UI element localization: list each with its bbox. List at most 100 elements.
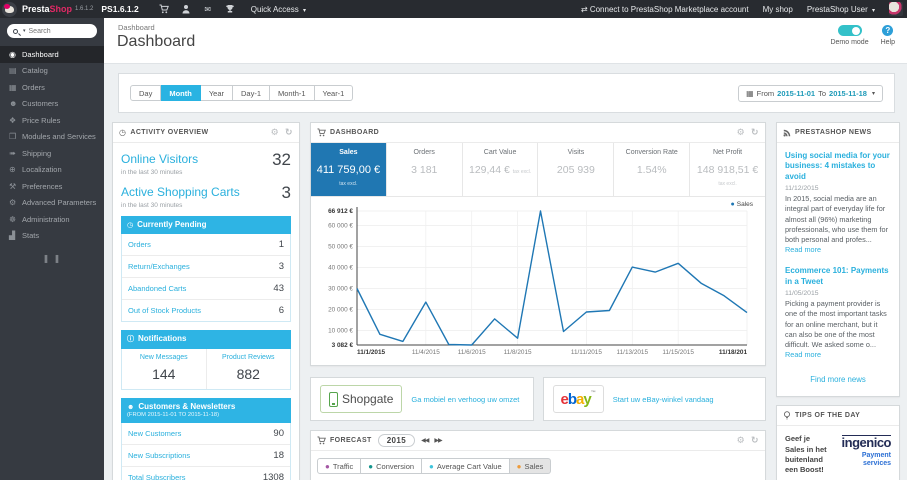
demo-mode-toggle[interactable] xyxy=(837,25,862,36)
pending-orders-link[interactable]: Orders xyxy=(128,240,151,249)
forecast-year: 2015 xyxy=(377,434,416,447)
sidebar-item-catalog[interactable]: ▤ Catalog xyxy=(0,63,104,80)
modules-icon: ❒ xyxy=(9,132,17,142)
online-visitors-link[interactable]: Online Visitors xyxy=(121,152,198,166)
active-carts-sub: in the last 30 minutes xyxy=(121,202,183,209)
svg-text:60 000 €: 60 000 € xyxy=(328,223,353,230)
lightbulb-icon xyxy=(783,411,791,420)
forecast-cart-icon xyxy=(317,436,326,445)
sidebar-item-customers[interactable]: ☻ Customers xyxy=(0,96,104,113)
panel-refresh-icon[interactable]: ↻ xyxy=(751,127,759,138)
product-reviews-link[interactable]: Product Reviews xyxy=(209,354,289,361)
sidebar-item-modules[interactable]: ❒ Modules and Services xyxy=(0,129,104,146)
tab-day[interactable]: Day xyxy=(130,85,162,101)
tab-year[interactable]: Year xyxy=(200,85,233,101)
pending-returns-link[interactable]: Return/Exchanges xyxy=(128,262,190,271)
total-subscribers-link[interactable]: Total Subscribers xyxy=(128,473,186,480)
notifications-header: ⓘ Notifications xyxy=(121,330,291,349)
sidebar-item-preferences[interactable]: ⚒ Preferences xyxy=(0,178,104,195)
active-carts-link[interactable]: Active Shopping Carts xyxy=(121,185,240,199)
tab-month[interactable]: Month xyxy=(161,85,201,101)
kpi-cart-value[interactable]: Cart Value 129,44 € tax excl. xyxy=(463,143,539,196)
kpi-conversion-rate[interactable]: Conversion Rate 1.54% xyxy=(614,143,691,196)
user-menu[interactable]: PrestaShop User ▾ xyxy=(807,5,875,14)
read-more-link[interactable]: Read more xyxy=(785,350,821,359)
cart-icon[interactable] xyxy=(153,4,175,14)
read-more-link[interactable]: Read more xyxy=(785,245,821,254)
forecast-tab-sales[interactable]: ● Sales xyxy=(509,458,552,474)
tab-month-1[interactable]: Month-1 xyxy=(270,85,315,101)
chart-legend[interactable]: ● Sales xyxy=(731,201,754,208)
marketplace-link[interactable]: ⇄ Connect to PrestaShop Marketplace acco… xyxy=(581,5,749,14)
localization-icon: ⊕ xyxy=(9,165,16,175)
customer-icon[interactable] xyxy=(175,4,197,14)
sidebar-item-advanced-parameters[interactable]: ⚙ Advanced Parameters xyxy=(0,195,104,212)
find-more-news-link[interactable]: Find more news xyxy=(785,371,891,390)
ebay-logo: e b a y ™ xyxy=(552,385,604,413)
active-carts-value: 3 xyxy=(281,183,291,202)
search-input[interactable] xyxy=(28,27,87,35)
new-messages-link[interactable]: New Messages xyxy=(124,354,204,361)
sidebar-search[interactable]: ▾ xyxy=(7,24,97,38)
brand-version: 1.6.1.2 xyxy=(75,6,94,12)
user-avatar[interactable] xyxy=(889,2,903,16)
sidebar: ▾ ◉Dashboard ▤Catalog ▦Orders ☻Customers… xyxy=(0,18,104,480)
forecast-tab-average-cart-value[interactable]: ● Average Cart Value xyxy=(422,458,510,474)
news-article: Using social media for your business: 4 … xyxy=(785,151,891,255)
brand-name: PrestaShop xyxy=(22,4,73,14)
sidebar-item-shipping[interactable]: ➠ Shipping xyxy=(0,145,104,162)
panel-settings-icon[interactable]: ⚙ xyxy=(737,127,745,138)
date-range-button[interactable]: ▦ From 2015-11-01 To 2015-11-18 ▾ xyxy=(738,84,883,102)
news-article-title[interactable]: Using social media for your business: 4 … xyxy=(785,151,891,182)
previous-year-button[interactable]: ◀◀ xyxy=(421,437,429,444)
tab-year-1[interactable]: Year-1 xyxy=(314,85,354,101)
table-row: Orders 1 xyxy=(122,234,290,257)
panel-refresh-icon[interactable]: ↻ xyxy=(751,435,759,446)
out-of-stock-link[interactable]: Out of Stock Products xyxy=(128,306,201,315)
kpi-visits[interactable]: Visits 205 939 xyxy=(538,143,615,196)
trophy-icon[interactable] xyxy=(219,4,241,14)
search-scope-caret-icon[interactable]: ▾ xyxy=(23,28,26,34)
my-shop-link[interactable]: My shop xyxy=(763,5,793,14)
panel-settings-icon[interactable]: ⚙ xyxy=(737,435,745,446)
abandoned-carts-link[interactable]: Abandoned Carts xyxy=(128,284,186,293)
tab-day-1[interactable]: Day-1 xyxy=(233,85,271,101)
new-customers-link[interactable]: New Customers xyxy=(128,429,181,438)
sidebar-collapse-button[interactable]: ❚ ❚ xyxy=(0,248,104,268)
sidebar-item-localization[interactable]: ⊕ Localization xyxy=(0,162,104,179)
administration-icon: ☸ xyxy=(9,214,17,224)
catalog-icon: ▤ xyxy=(9,66,17,76)
sidebar-item-stats[interactable]: ▟ Stats xyxy=(0,228,104,245)
forecast-tab-conversion[interactable]: ● Conversion xyxy=(361,458,423,474)
customers-newsletters-header: ☻ Customers & Newsletters (FROM 2015-11-01… xyxy=(121,397,291,424)
forecast-tab-traffic[interactable]: ● Traffic xyxy=(317,458,362,474)
shopgate-ad-link[interactable]: Ga mobiel en verhoog uw omzet xyxy=(411,395,519,404)
news-article-date: 11/12/2015 xyxy=(785,185,819,193)
panel-settings-icon[interactable]: ⚙ xyxy=(271,127,279,138)
chevron-down-icon: ▾ xyxy=(871,90,875,97)
forecast-panel: FORECAST 2015 ◀◀ ▶▶ ⚙ ↻ ● Traffic ● Convers… xyxy=(310,430,766,480)
sidebar-item-dashboard[interactable]: ◉ Dashboard xyxy=(0,46,104,63)
sidebar-item-administration[interactable]: ☸ Administration xyxy=(0,211,104,228)
kpi-sales[interactable]: Sales 411 759,00 € tax excl. xyxy=(311,143,387,196)
kpi-orders[interactable]: Orders 3 181 xyxy=(387,143,463,196)
prestashop-logo[interactable] xyxy=(2,1,17,17)
next-year-button[interactable]: ▶▶ xyxy=(434,437,442,444)
kpi-net-profit[interactable]: Net Profit 148 918,51 € tax excl. xyxy=(690,143,765,196)
stats-icon: ▟ xyxy=(9,231,16,241)
ebay-ad-link[interactable]: Start uw eBay-winkel vandaag xyxy=(613,395,714,404)
sidebar-item-price-rules[interactable]: ❖ Price Rules xyxy=(0,112,104,129)
ingenico-logo: ingenico Payment services xyxy=(841,435,892,468)
news-article-title[interactable]: Ecommerce 101: Payments in a Tweet xyxy=(785,266,891,287)
shop-version: PS1.6.1.2 xyxy=(101,4,139,14)
sales-chart: ● Sales 66 912 € 60 000 € 50 000 € 40 000 € 3… xyxy=(311,197,765,365)
sidebar-item-orders[interactable]: ▦ Orders xyxy=(0,79,104,96)
quick-access-menu[interactable]: Quick Access ▾ xyxy=(251,5,306,14)
panel-refresh-icon[interactable]: ↻ xyxy=(285,127,293,138)
messages-icon[interactable]: ✉ xyxy=(197,5,219,14)
svg-text:11/11/2015: 11/11/2015 xyxy=(571,349,602,356)
activity-overview-panel: ◷ ACTIVITY OVERVIEW ⚙ ↻ Online Visitors 32… xyxy=(112,122,300,480)
breadcrumb[interactable]: Dashboard xyxy=(118,23,155,32)
new-subscriptions-link[interactable]: New Subscriptions xyxy=(128,451,190,460)
help-icon[interactable]: ? xyxy=(882,25,894,36)
